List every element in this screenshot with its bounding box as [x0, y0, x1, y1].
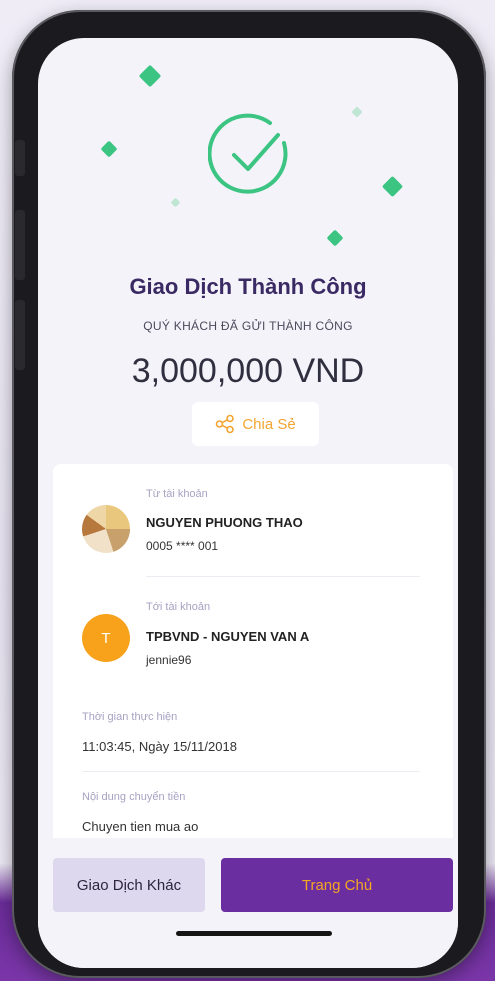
sender-account-number: 0005 **** 001	[146, 539, 219, 553]
sparkle-icon	[351, 106, 363, 118]
recipient-avatar-letter: T	[101, 629, 111, 647]
sparkle-icon	[100, 140, 118, 158]
recipient-account: jennie96	[146, 653, 192, 667]
volume-down-button	[15, 300, 25, 370]
sparkle-icon	[326, 229, 344, 247]
transfer-amount: 3,000,000 VND	[131, 352, 365, 390]
sparkle-icon	[170, 197, 181, 208]
share-icon	[216, 414, 235, 434]
home-button[interactable]: Trang Chủ	[221, 858, 453, 912]
volume-up-button	[15, 210, 25, 280]
success-subtitle: QUÝ KHÁCH ĐÃ GỬI THÀNH CÔNG	[143, 319, 353, 333]
content-label: Nội dung chuyển tiền	[82, 791, 186, 803]
share-label: Chia Sẻ	[242, 415, 296, 433]
share-button[interactable]: Chia Sẻ	[192, 402, 319, 446]
divider	[82, 771, 420, 772]
sparkle-icon	[381, 175, 404, 198]
other-transaction-button[interactable]: Giao Dịch Khác	[53, 858, 205, 912]
to-account-label: Tới tài khoản	[146, 601, 211, 613]
sender-name: NGUYEN PHUONG THAO	[146, 515, 303, 530]
home-indicator[interactable]	[176, 931, 332, 936]
from-account-label: Từ tài khoản	[146, 488, 208, 500]
phone-screen: Giao Dịch Thành Công QUÝ KHÁCH ĐÃ GỬI TH…	[38, 38, 458, 968]
time-label: Thời gian thực hiện	[82, 711, 178, 723]
time-value: 11:03:45, Ngày 15/11/2018	[82, 739, 237, 754]
recipient-name: TPBVND - NGUYEN VAN A	[146, 629, 310, 644]
recipient-avatar: T	[82, 614, 130, 662]
sparkle-icon	[138, 64, 162, 88]
success-check-icon	[208, 113, 288, 194]
content-value: Chuyen tien mua ao	[82, 819, 199, 834]
transaction-details-card: Từ tài khoản NGUYEN PHUONG THAO 0005 ***…	[53, 464, 453, 884]
success-title: Giao Dịch Thành Công	[129, 274, 367, 299]
mute-switch	[15, 140, 25, 176]
sender-avatar	[82, 505, 130, 553]
divider	[146, 576, 420, 577]
